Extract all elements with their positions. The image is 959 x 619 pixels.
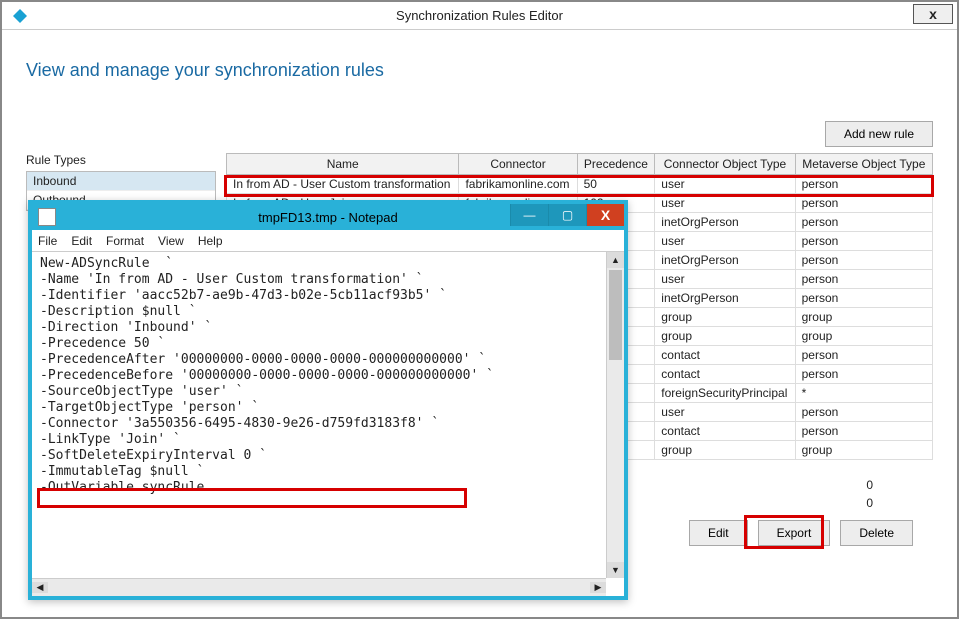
notepad-window[interactable]: tmpFD13.tmp - Notepad — ▢ X File Edit Fo…: [28, 200, 628, 600]
notepad-menu-bar: File Edit Format View Help: [32, 230, 624, 252]
cell-mot: person: [795, 289, 932, 308]
notepad-text[interactable]: New-ADSyncRule ` -Name 'In from AD - Use…: [32, 252, 624, 578]
cell-mot: person: [795, 232, 932, 251]
cell-cot: user: [655, 194, 795, 213]
app-window: Synchronization Rules Editor x View and …: [0, 0, 959, 619]
cell-mot: person: [795, 213, 932, 232]
cell-cot: group: [655, 327, 795, 346]
rule-type-inbound[interactable]: Inbound: [27, 172, 215, 191]
col-connector[interactable]: Connector: [459, 154, 577, 175]
cell-mot: person: [795, 175, 932, 194]
title-bar: Synchronization Rules Editor x: [2, 2, 957, 30]
rule-types-label: Rule Types: [26, 153, 216, 167]
toolbar: Add new rule: [26, 121, 933, 147]
cell-cot: inetOrgPerson: [655, 251, 795, 270]
col-precedence[interactable]: Precedence: [577, 154, 655, 175]
scroll-down-icon[interactable]: ▼: [607, 562, 624, 578]
scrollbar-horizontal[interactable]: ◀ ▶: [32, 578, 606, 596]
add-new-rule-button[interactable]: Add new rule: [825, 121, 933, 147]
scroll-left-icon[interactable]: ◀: [32, 582, 48, 593]
cell-cot: user: [655, 232, 795, 251]
cell-cot: user: [655, 403, 795, 422]
delete-button[interactable]: Delete: [840, 520, 913, 546]
scroll-thumb[interactable]: [609, 270, 622, 360]
minimize-button[interactable]: —: [510, 204, 548, 226]
cell-cot: contact: [655, 346, 795, 365]
cell-cot: contact: [655, 365, 795, 384]
menu-format[interactable]: Format: [106, 234, 144, 248]
notepad-close-button[interactable]: X: [586, 204, 624, 226]
maximize-button[interactable]: ▢: [548, 204, 586, 226]
edit-button[interactable]: Edit: [689, 520, 748, 546]
cell-cot: inetOrgPerson: [655, 213, 795, 232]
cell-mot: group: [795, 308, 932, 327]
col-mot[interactable]: Metaverse Object Type: [795, 154, 932, 175]
cell-cot: user: [655, 175, 795, 194]
col-name[interactable]: Name: [227, 154, 459, 175]
menu-edit[interactable]: Edit: [71, 234, 92, 248]
menu-view[interactable]: View: [158, 234, 184, 248]
notepad-title-bar[interactable]: tmpFD13.tmp - Notepad — ▢ X: [32, 204, 624, 230]
menu-help[interactable]: Help: [198, 234, 223, 248]
export-button[interactable]: Export: [758, 520, 831, 546]
table-row[interactable]: In from AD - User Custom transformationf…: [227, 175, 933, 194]
scroll-up-icon[interactable]: ▲: [607, 252, 624, 268]
window-title: Synchronization Rules Editor: [2, 8, 957, 23]
cell-mot: person: [795, 270, 932, 289]
cell-mot: person: [795, 251, 932, 270]
notepad-window-buttons: — ▢ X: [510, 204, 624, 226]
cell-name: In from AD - User Custom transformation: [227, 175, 459, 194]
cell-mot: group: [795, 327, 932, 346]
cell-cot: user: [655, 270, 795, 289]
export-button-box: Export: [748, 520, 831, 546]
cell-cot: group: [655, 308, 795, 327]
cell-mot: person: [795, 346, 932, 365]
cell-cot: group: [655, 441, 795, 460]
notepad-body: New-ADSyncRule ` -Name 'In from AD - Use…: [32, 252, 624, 596]
scrollbar-vertical[interactable]: ▲ ▼: [606, 252, 624, 578]
cell-mot: person: [795, 403, 932, 422]
cell-mot: *: [795, 384, 932, 403]
cell-precedence: 50: [577, 175, 655, 194]
cell-connector: fabrikamonline.com: [459, 175, 577, 194]
cell-cot: contact: [655, 422, 795, 441]
cell-mot: person: [795, 365, 932, 384]
close-button[interactable]: x: [913, 4, 953, 24]
page-title: View and manage your synchronization rul…: [26, 60, 933, 81]
cell-mot: group: [795, 441, 932, 460]
col-cot[interactable]: Connector Object Type: [655, 154, 795, 175]
cell-mot: person: [795, 422, 932, 441]
scroll-right-icon[interactable]: ▶: [590, 582, 606, 593]
menu-file[interactable]: File: [38, 234, 57, 248]
cell-cot: inetOrgPerson: [655, 289, 795, 308]
cell-cot: foreignSecurityPrincipal: [655, 384, 795, 403]
cell-mot: person: [795, 194, 932, 213]
